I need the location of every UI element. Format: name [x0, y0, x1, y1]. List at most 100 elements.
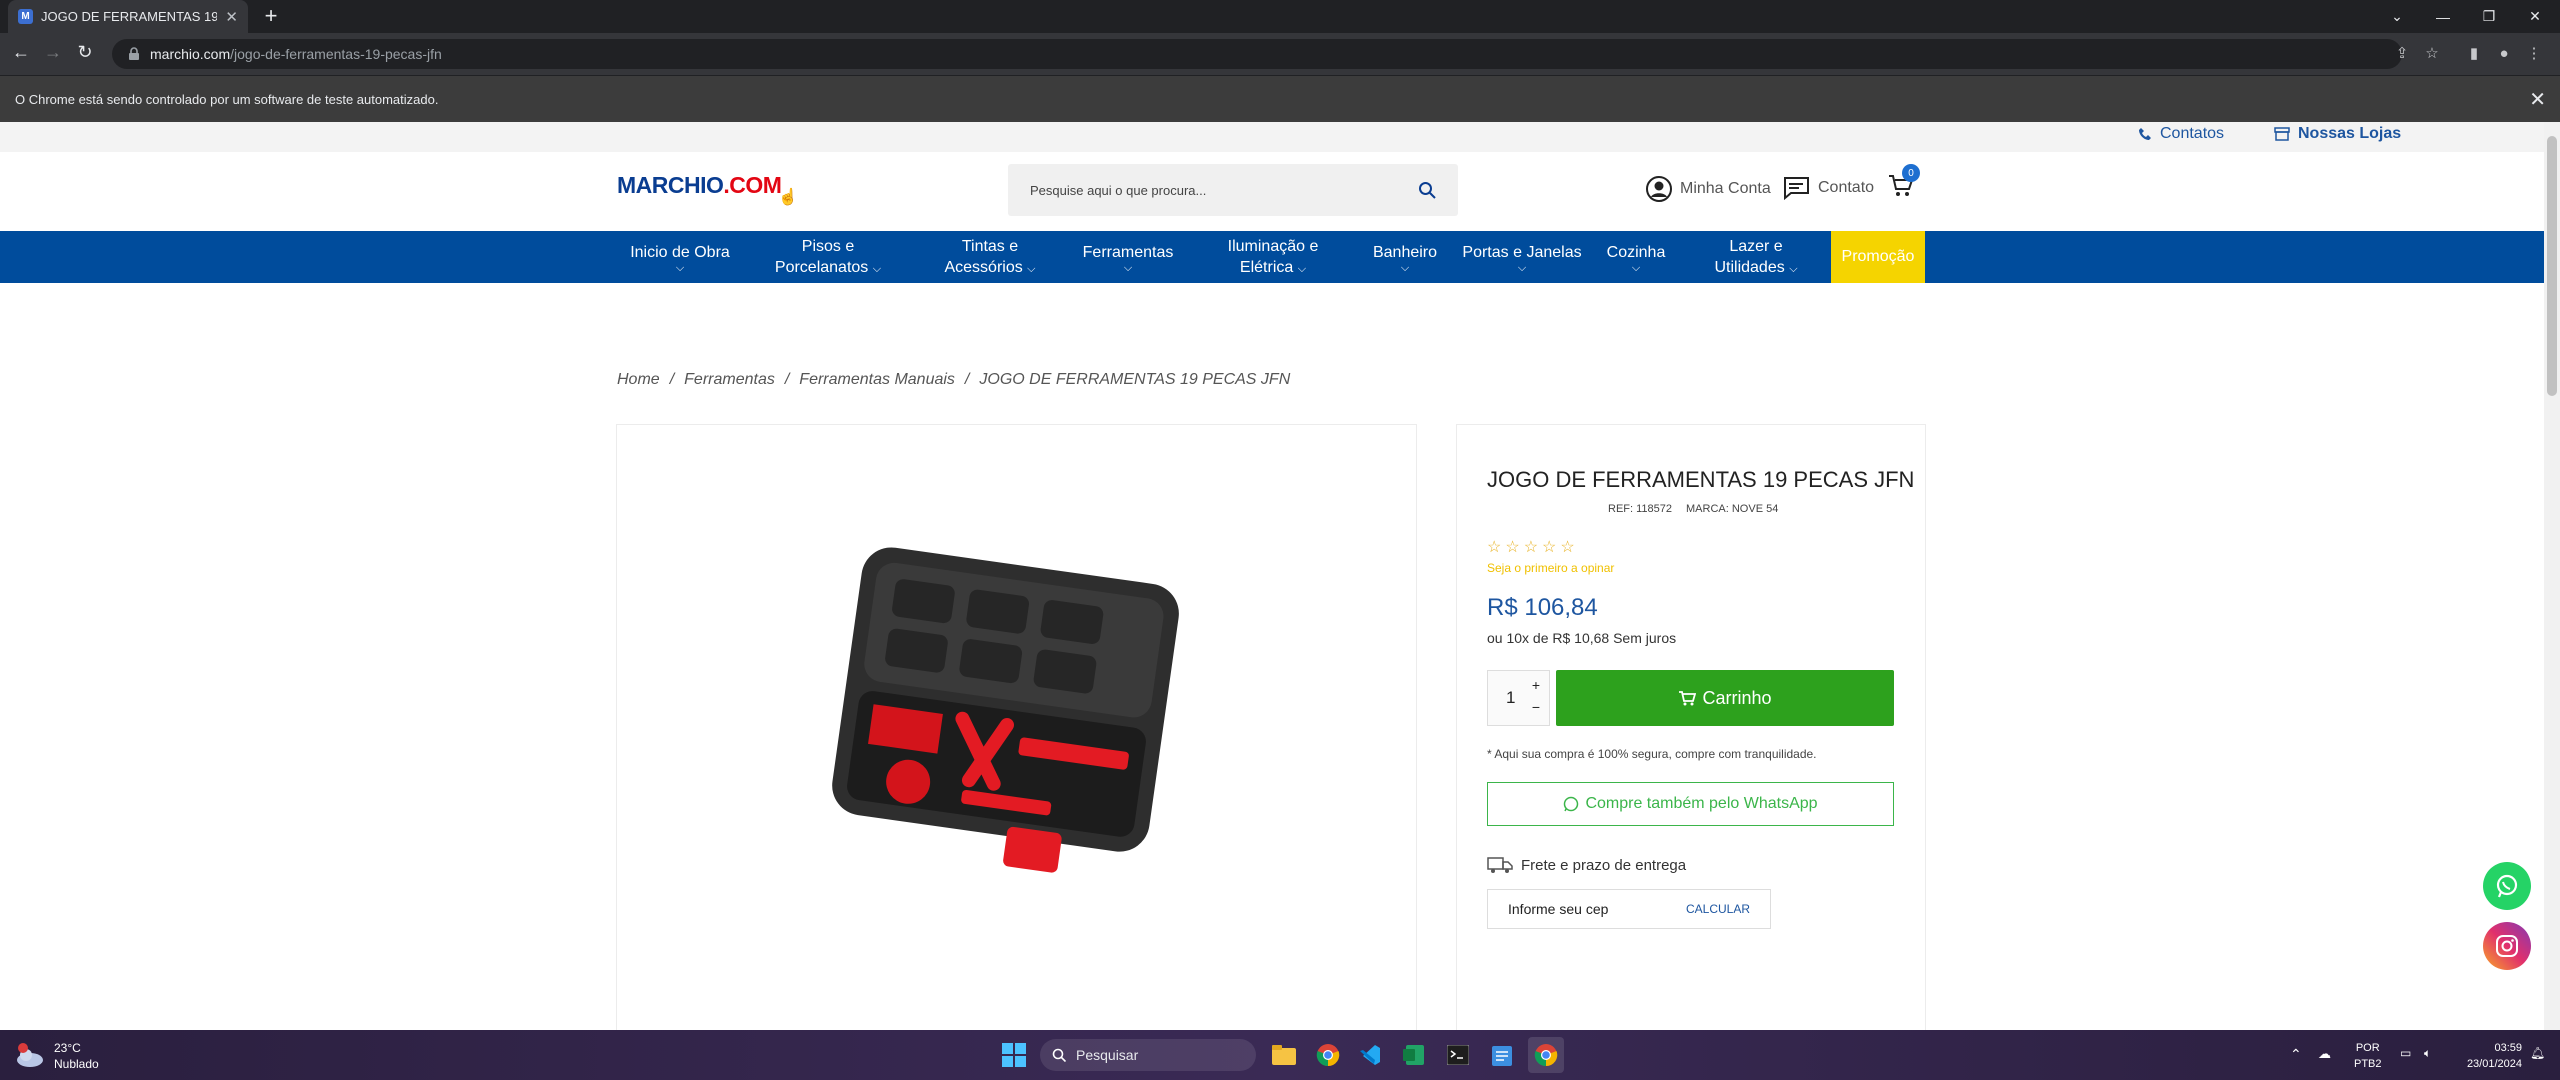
breadcrumb-ferramentas-manuais[interactable]: Ferramentas Manuais [799, 371, 955, 389]
vscode-icon[interactable] [1352, 1037, 1388, 1073]
store-icon [2274, 127, 2290, 141]
review-prompt-link[interactable]: Seja o primeiro a opinar [1487, 561, 1614, 575]
tab-strip [0, 0, 2560, 33]
instagram-float-button[interactable] [2483, 922, 2531, 970]
quantity-value[interactable]: 1 [1506, 688, 1515, 708]
category-tintas-acessorios[interactable]: Tintas e Acessórios ⌵ [920, 231, 1060, 283]
notepad-icon[interactable] [1484, 1037, 1520, 1073]
network-icon[interactable]: ▭ [2400, 1046, 2411, 1060]
weather-widget[interactable]: 23°C Nublado [14, 1040, 99, 1072]
share-icon[interactable]: ⇪ [2390, 42, 2414, 66]
site-logo[interactable]: MARCHIO.COM [617, 172, 782, 199]
shipping-label: Frete e prazo de entrega [1521, 856, 1687, 874]
nossas-lojas-link[interactable]: Nossas Lojas [2274, 125, 2401, 143]
tray-chevron-icon[interactable]: ⌃ [2290, 1046, 2302, 1063]
new-tab-button[interactable]: + [258, 4, 284, 30]
category-cozinha[interactable]: Cozinha ⌵ [1596, 231, 1676, 283]
bookmark-star-icon[interactable]: ☆ [2420, 42, 2444, 66]
search-input[interactable]: Pesquise aqui o que procura... [1008, 164, 1458, 216]
start-button[interactable] [996, 1037, 1032, 1073]
cloud-icon [17, 1043, 43, 1067]
account-link[interactable]: Minha Conta [1646, 176, 1771, 202]
rating-stars[interactable]: ☆ ☆ ☆ ☆ ☆ [1487, 537, 1575, 557]
cart-count-badge: 0 [1902, 164, 1920, 182]
chevron-down-icon: ⌵ [1631, 261, 1641, 274]
scrollbar-thumb[interactable] [2547, 136, 2557, 396]
plus-icon[interactable]: + [1532, 677, 1540, 693]
star-icon: ☆ [1505, 539, 1520, 556]
chrome-icon[interactable] [1310, 1037, 1346, 1073]
product-image[interactable] [822, 545, 1192, 905]
product-ref: 118572 [1636, 503, 1673, 515]
onedrive-icon[interactable]: ☁ [2318, 1046, 2331, 1062]
category-pisos-porcelanatos[interactable]: Pisos e Porcelanatos ⌵ [760, 231, 896, 283]
tab-search-icon[interactable]: ⌄ [2374, 0, 2420, 33]
breadcrumb-separator: / [784, 371, 790, 388]
minimize-button[interactable]: — [2420, 0, 2466, 33]
chevron-down-icon: ⌵ [1297, 263, 1307, 275]
windows-icon [1002, 1043, 1026, 1067]
installments-text: ou 10x de R$ 10,68 Sem juros [1487, 630, 1677, 646]
chevron-down-icon: ⌵ [1400, 261, 1410, 274]
tab-title: JOGO DE FERRAMENTAS 19 PEC [41, 9, 218, 24]
excel-icon[interactable] [1396, 1037, 1432, 1073]
category-banheiro[interactable]: Banheiro ⌵ [1360, 231, 1450, 283]
reload-icon[interactable]: ↻ [72, 42, 98, 63]
chevron-down-icon: ⌵ [675, 261, 685, 274]
star-icon: ☆ [1560, 539, 1575, 556]
minus-icon[interactable]: − [1532, 699, 1540, 715]
category-iluminacao-eletrica[interactable]: Iluminação e Elétrica ⌵ [1200, 231, 1346, 283]
whatsapp-buy-button[interactable]: Compre também pelo WhatsApp [1487, 782, 1894, 826]
category-portas-janelas[interactable]: Portas e Janelas ⌵ [1456, 231, 1588, 283]
contatos-label: Contatos [2160, 125, 2225, 142]
file-explorer-icon[interactable] [1266, 1037, 1302, 1073]
chevron-down-icon: ⌵ [1027, 263, 1036, 275]
category-lazer-utilidades[interactable]: Lazer e Utilidades ⌵ [1692, 231, 1820, 283]
notification-bell-icon[interactable]: 🔔︎ [2530, 1046, 2545, 1060]
tab-close-icon[interactable]: ✕ [225, 8, 238, 26]
forward-icon[interactable]: → [40, 42, 66, 63]
user-icon [1646, 176, 1672, 202]
contact-link[interactable]: Contato [1782, 176, 1874, 200]
profile-icon[interactable]: ● [2492, 42, 2516, 66]
infobar-close-icon[interactable]: ✕ [2529, 87, 2546, 112]
clock[interactable]: 03:59 23/01/2024 [2450, 1040, 2522, 1072]
quantity-stepper[interactable]: 1 + − [1487, 670, 1550, 726]
close-window-button[interactable]: ✕ [2512, 0, 2558, 33]
category-promocao[interactable]: Promoção [1831, 231, 1925, 283]
product-price: R$ 106,84 [1487, 594, 1598, 621]
volume-icon[interactable]: 🔈︎ [2424, 1046, 2431, 1061]
shipping-section: Frete e prazo de entrega [1487, 856, 1686, 874]
breadcrumb-separator: / [964, 371, 970, 388]
terminal-icon[interactable] [1440, 1037, 1476, 1073]
breadcrumb-ferramentas[interactable]: Ferramentas [684, 371, 775, 389]
whatsapp-float-button[interactable] [2483, 862, 2531, 910]
cart-icon [1679, 691, 1697, 706]
menu-icon[interactable]: ⋮ [2522, 42, 2546, 66]
contatos-link[interactable]: Contatos [2138, 125, 2224, 143]
category-ferramentas[interactable]: Ferramentas ⌵ [1068, 231, 1188, 283]
browser-tab[interactable]: M JOGO DE FERRAMENTAS 19 PEC ✕ [8, 0, 248, 33]
search-icon[interactable] [1418, 181, 1436, 199]
breadcrumb-home[interactable]: Home [617, 371, 660, 389]
cart-button[interactable]: 0 [1888, 164, 1920, 198]
category-inicio-de-obra[interactable]: Inicio de Obra ⌵ [612, 231, 748, 283]
truck-icon [1487, 857, 1513, 873]
cep-input[interactable]: Informe seu cep CALCULAR [1487, 889, 1771, 929]
address-bar[interactable]: marchio.com/jogo-de-ferramentas-19-pecas… [112, 39, 2402, 69]
chrome-active-icon[interactable] [1528, 1037, 1564, 1073]
taskbar-search[interactable]: Pesquisar [1040, 1039, 1256, 1071]
nossas-lojas-label: Nossas Lojas [2298, 125, 2402, 142]
product-title: JOGO DE FERRAMENTAS 19 PECAS JFN [1487, 467, 1915, 492]
side-panel-icon[interactable]: ▮ [2462, 42, 2486, 66]
restore-button[interactable]: ❐ [2466, 0, 2512, 33]
search-icon [1052, 1048, 1066, 1062]
add-to-cart-button[interactable]: Carrinho [1556, 670, 1894, 726]
add-to-cart-label: Carrinho [1702, 687, 1772, 708]
calculate-shipping-button[interactable]: CALCULAR [1686, 902, 1750, 916]
language-indicator[interactable]: POR PTB2 [2354, 1040, 2382, 1072]
back-icon[interactable]: ← [8, 42, 34, 63]
secure-purchase-note: * Aqui sua compra é 100% segura, compre … [1487, 747, 1817, 761]
chevron-down-icon: ⌵ [1789, 263, 1798, 275]
product-image-panel [616, 424, 1417, 1030]
